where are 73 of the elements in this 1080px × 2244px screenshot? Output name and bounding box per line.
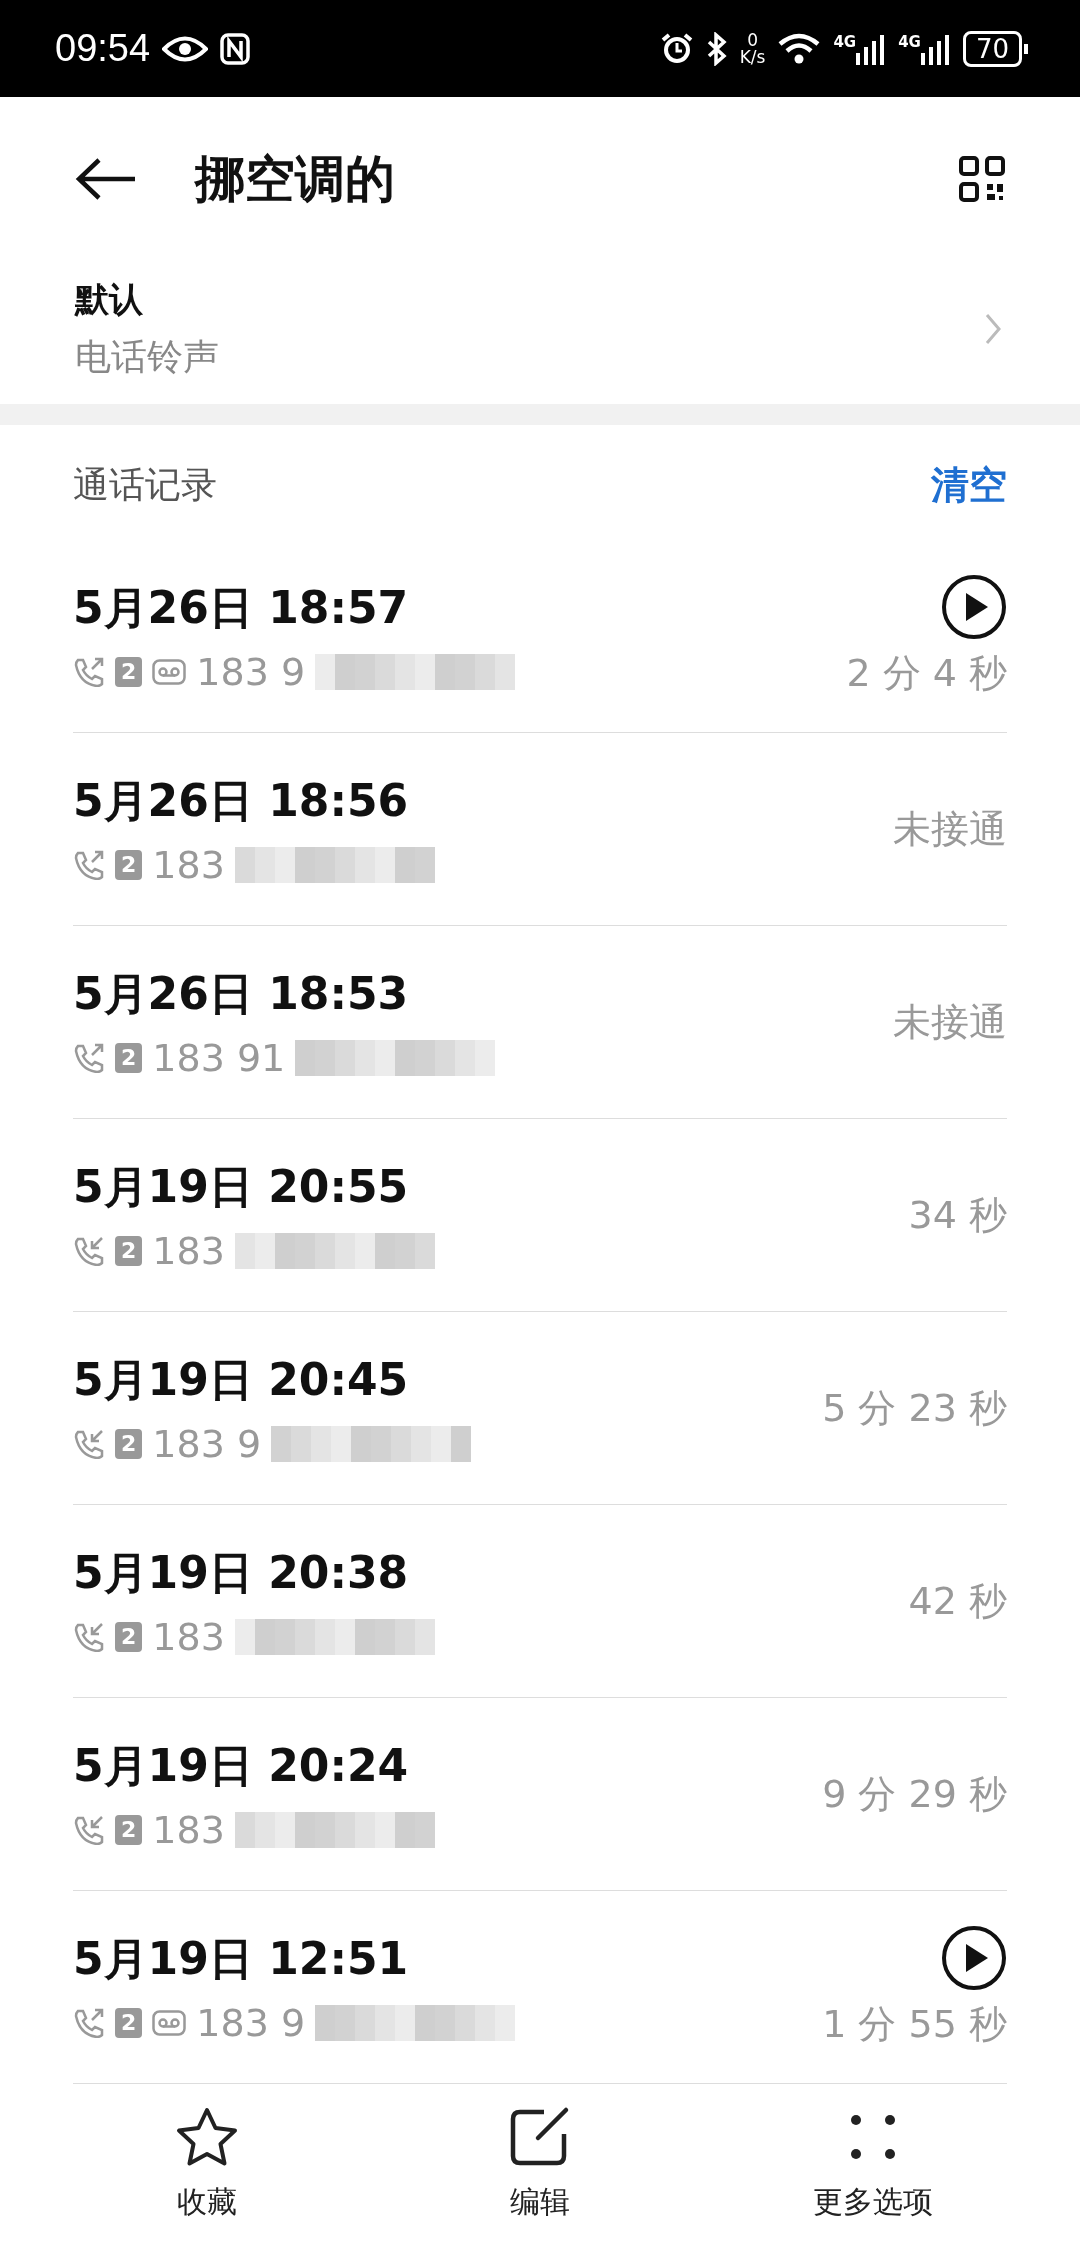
call-log-item[interactable]: 5月19日 20:24 2 183 9 分 29 秒 <box>73 1698 1007 1892</box>
phone-number: 183 9 <box>196 2000 306 2045</box>
call-duration: 34 秒 <box>908 1191 1007 1239</box>
outgoing-call-icon <box>73 1042 105 1073</box>
call-log-item[interactable]: 5月19日 20:45 2 183 9 5 分 23 秒 <box>73 1312 1007 1506</box>
call-duration: 9 分 29 秒 <box>822 1770 1007 1818</box>
incoming-call-icon <box>73 1621 105 1652</box>
section-title: 通话记录 <box>73 463 217 508</box>
network-type: 4G <box>898 32 921 51</box>
sim-badge: 2 <box>115 1814 143 1845</box>
phone-number: 183 9 <box>196 649 306 694</box>
qr-code-icon[interactable] <box>959 156 1005 203</box>
ringtone-value: 默认 <box>75 277 144 321</box>
call-duration: 5 分 23 秒 <box>822 1384 1007 1432</box>
sim-badge: 2 <box>115 656 143 687</box>
play-icon[interactable] <box>941 573 1007 640</box>
clear-link[interactable]: 清空 <box>931 460 1007 512</box>
signal-icon <box>920 32 951 65</box>
call-time: 5月26日 18:57 <box>73 580 410 635</box>
chevron-right-icon <box>984 312 1002 347</box>
incoming-call-icon <box>73 1814 105 1845</box>
toolbar-button[interactable]: 编辑 <box>420 2105 660 2223</box>
net-speed-unit: K/s <box>739 48 766 66</box>
play-icon[interactable] <box>941 1924 1007 1991</box>
ringtone-label: 电话铃声 <box>75 334 219 379</box>
call-duration: 未接通 <box>893 805 1007 853</box>
signal-icon <box>856 32 887 65</box>
sim-badge: 2 <box>115 849 143 880</box>
toolbar-button[interactable]: 更多选项 <box>753 2105 994 2223</box>
call-time: 5月19日 12:51 <box>73 1931 410 1986</box>
status-time: 09:54 <box>55 27 151 71</box>
outgoing-call-icon <box>73 849 105 880</box>
call-duration: 42 秒 <box>908 1577 1007 1625</box>
call-log-item[interactable]: 5月19日 12:51 2 183 9 1 分 55 秒 <box>73 1891 1007 2085</box>
wifi-icon <box>777 31 822 66</box>
phone-number: 183 91 <box>152 1035 286 1080</box>
alarm-icon <box>659 31 694 66</box>
phone-number: 183 9 <box>152 1421 262 1466</box>
outgoing-call-icon <box>73 656 105 687</box>
call-log-item[interactable]: 5月19日 20:55 2 183 34 秒 <box>73 1119 1007 1313</box>
nfc-icon <box>220 32 251 65</box>
phone-number: 183 <box>152 1228 225 1273</box>
phone-number: 183 <box>152 842 225 887</box>
call-time: 5月26日 18:56 <box>73 773 410 828</box>
call-log-item[interactable]: 5月26日 18:57 2 183 9 2 分 4 秒 <box>73 540 1007 734</box>
incoming-call-icon <box>73 1235 105 1266</box>
call-log-item[interactable]: 5月26日 18:56 2 183 未接通 <box>73 733 1007 927</box>
sim-badge: 2 <box>115 1428 143 1459</box>
outgoing-call-icon <box>73 2007 105 2038</box>
phone-number: 183 <box>152 1614 225 1659</box>
call-duration: 2 分 4 秒 <box>846 649 1007 697</box>
net-speed-value: 0 <box>747 31 758 49</box>
sim-badge: 2 <box>115 1042 143 1073</box>
network-type: 4G <box>833 32 857 51</box>
call-time: 5月19日 20:45 <box>73 1352 410 1407</box>
call-log-item[interactable]: 5月19日 20:38 2 183 42 秒 <box>73 1505 1007 1699</box>
sim-badge: 2 <box>115 1235 143 1266</box>
toolbar-button[interactable]: 收藏 <box>86 2105 327 2223</box>
sim-badge: 2 <box>115 1621 143 1652</box>
battery-level: 70 <box>962 30 1022 67</box>
call-duration: 1 分 55 秒 <box>822 2000 1007 2048</box>
call-time: 5月19日 20:24 <box>73 1738 410 1793</box>
call-time: 5月19日 20:55 <box>73 1159 410 1214</box>
call-time: 5月19日 20:38 <box>73 1545 410 1600</box>
bluetooth-icon <box>705 31 728 66</box>
ringtone-row[interactable]: 默认 电话铃声 <box>0 261 1080 398</box>
phone-number: 183 <box>152 1807 225 1852</box>
call-duration: 未接通 <box>893 998 1007 1046</box>
sim-badge: 2 <box>115 2007 143 2038</box>
call-time: 5月26日 18:53 <box>73 966 410 1021</box>
contact-name: 挪空调的 <box>195 148 395 210</box>
incoming-call-icon <box>73 1428 105 1459</box>
call-log-item[interactable]: 5月26日 18:53 2 183 91 未接通 <box>73 926 1007 1120</box>
